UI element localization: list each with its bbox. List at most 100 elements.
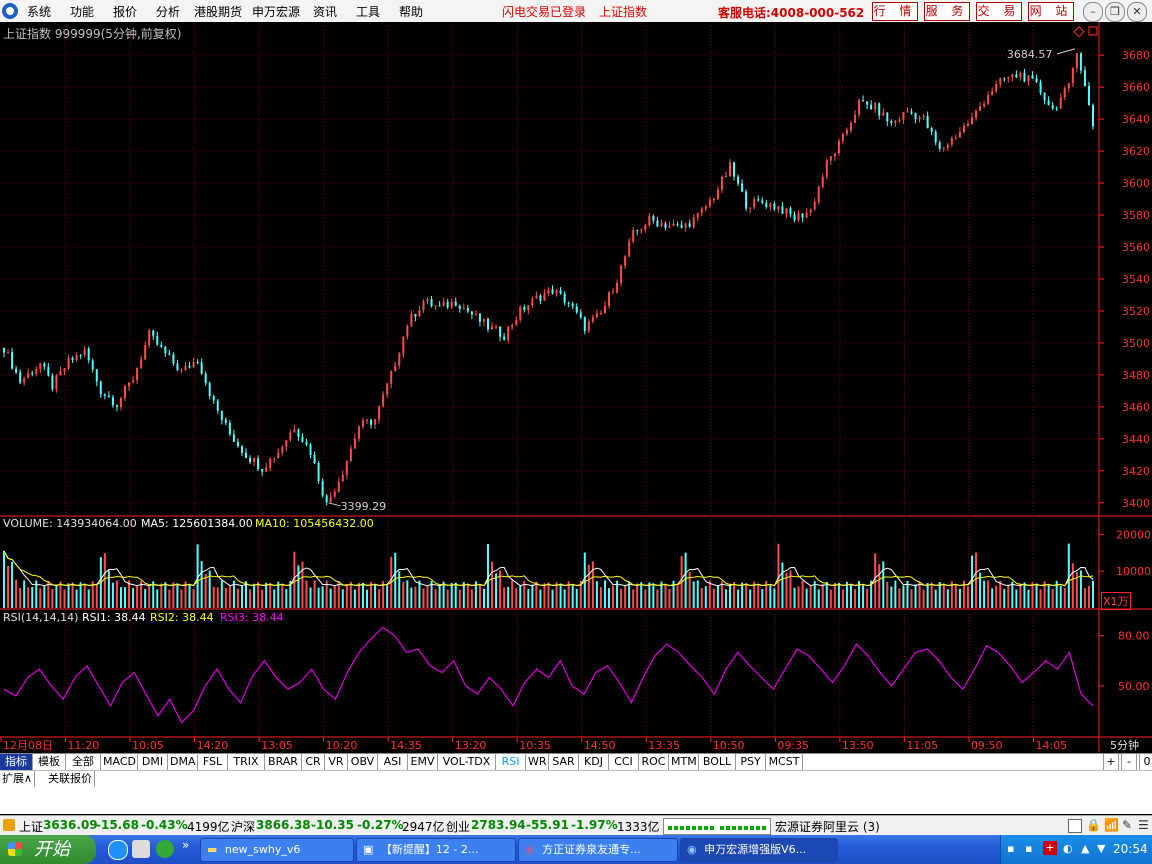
tray-shield-icon[interactable]: ▼ [1097, 842, 1105, 855]
candle-body [882, 112, 885, 116]
candle-body [809, 209, 812, 213]
zoom-in-button[interactable]: + [1103, 754, 1119, 770]
period-label: 5分钟 [1110, 739, 1139, 752]
tab-vol-tdx[interactable]: VOL-TDX [438, 754, 496, 770]
reset-zoom-button[interactable]: 0 [1139, 754, 1152, 770]
candle-body [1087, 86, 1090, 106]
sh-label: 上证 [19, 820, 44, 834]
price-tick-label: 3520 [1122, 305, 1150, 318]
restore-icon[interactable]: ❐ [1105, 2, 1125, 22]
task-swhy[interactable]: ◉ 申万宏源增强版V6... [680, 838, 838, 862]
candle-body [386, 383, 389, 395]
alert-icon[interactable] [3, 819, 15, 831]
menu-news[interactable]: 资讯 [313, 3, 337, 20]
close-icon[interactable]: ✕ [1127, 2, 1147, 22]
candle-body [1031, 75, 1034, 79]
candle-body [402, 336, 405, 354]
candle-body [59, 371, 62, 376]
tab-mcst[interactable]: MCST [766, 754, 803, 770]
tab-指标[interactable]: 指标 [0, 754, 33, 770]
indicator-tab-bar: 指标 模板 全部 MACD DMI DMA FSL TRIX BRAR CR VR OBV ASI EMV… [0, 753, 1152, 771]
tab-mtm[interactable]: MTM [669, 754, 699, 770]
tab-vr[interactable]: VR [325, 754, 348, 770]
tab-wr[interactable]: WR [526, 754, 549, 770]
menu-hk-futures[interactable]: 港股期货 [194, 3, 242, 20]
candle-body [325, 495, 328, 503]
quicklaunch-more-icon[interactable]: » [182, 838, 189, 852]
menu-function[interactable]: 功能 [70, 3, 94, 20]
candle-body [245, 452, 247, 459]
tab-cr[interactable]: CR [302, 754, 325, 770]
task-founder[interactable]: ◎ 方正证券泉友通专... [518, 838, 678, 862]
time-tick-label: 10:20 [326, 739, 358, 752]
chart-area[interactable]: 3400 3420 3440 3460 3480 3500 3520 3540 3560 3580… [0, 22, 1152, 752]
candle-body [571, 303, 574, 307]
menu-help[interactable]: 帮助 [399, 3, 423, 20]
tab-rsi[interactable]: RSI [496, 754, 526, 770]
tab-fsl[interactable]: FSL [198, 754, 228, 770]
candle-body [168, 353, 171, 355]
lock-icon[interactable]: 🔒 [1086, 818, 1101, 832]
window-icon[interactable] [1068, 819, 1082, 833]
tray-red-cross-icon[interactable]: + [1043, 841, 1057, 855]
candle-body [15, 368, 18, 373]
menu-system[interactable]: 系统 [27, 3, 51, 20]
candle-body [591, 317, 594, 322]
windows-logo-icon [8, 842, 22, 856]
ma5-line [3, 550, 1094, 587]
tab-psy[interactable]: PSY [736, 754, 766, 770]
service-button[interactable]: 服 务 [924, 2, 970, 21]
tab-sar[interactable]: SAR [549, 754, 579, 770]
price-tick-label: 3440 [1122, 433, 1150, 446]
tab-kdj[interactable]: KDJ [579, 754, 609, 770]
browser-icon[interactable] [132, 840, 150, 858]
price-tick-label: 3660 [1122, 81, 1150, 94]
tab-brar[interactable]: BRAR [265, 754, 302, 770]
tab-macd[interactable]: MACD [101, 754, 138, 770]
tab-boll[interactable]: BOLL [699, 754, 736, 770]
ie-icon[interactable] [108, 840, 128, 860]
tab-cci[interactable]: CCI [609, 754, 639, 770]
minimize-icon[interactable]: – [1083, 2, 1103, 22]
candle-body [620, 265, 623, 284]
tab-模板[interactable]: 模板 [33, 754, 66, 770]
menu-quote[interactable]: 报价 [113, 3, 137, 20]
menu-swhy[interactable]: 申万宏源 [252, 3, 300, 20]
tab-emv[interactable]: EMV [408, 754, 438, 770]
app-quick-icon[interactable] [156, 840, 174, 858]
task-folder[interactable]: ▬ new_swhy_v6 [200, 838, 354, 862]
clock[interactable]: 20:54 [1113, 842, 1148, 856]
candle-body [374, 419, 377, 425]
tab-related-quotes[interactable]: 关联报价 [46, 771, 95, 787]
trade-button[interactable]: 交 易 [976, 2, 1022, 21]
market-button[interactable]: 行 情 [872, 2, 918, 21]
signal-icon[interactable]: 📶 [1104, 818, 1119, 832]
zoom-out-button[interactable]: - [1121, 754, 1137, 770]
menu-tools[interactable]: 工具 [356, 3, 380, 20]
tab-roc[interactable]: ROC [639, 754, 669, 770]
tab-extend[interactable]: 扩展∧ [0, 771, 36, 787]
tab-obv[interactable]: OBV [348, 754, 378, 770]
frame-layer [0, 22, 1152, 752]
tab-dma[interactable]: DMA [168, 754, 198, 770]
menu-analysis[interactable]: 分析 [156, 3, 180, 20]
settings-icon[interactable]: ✎ [1122, 818, 1132, 832]
tray-icon-4[interactable]: ▲ [1081, 842, 1089, 855]
menu-icon[interactable]: ☰ [1138, 818, 1149, 832]
price-tick-label: 3680 [1122, 49, 1150, 62]
task-reminder[interactable]: ▣ 【新提醒】12 - 2... [356, 838, 516, 862]
tab-trix[interactable]: TRIX [228, 754, 265, 770]
chart-canvas[interactable]: 3400 3420 3440 3460 3480 3500 3520 3540 3560 3580… [0, 22, 1152, 752]
candle-body [870, 104, 873, 110]
tray-icon-2[interactable]: ▪ [1025, 842, 1032, 855]
website-button[interactable]: 网 站 [1028, 2, 1074, 21]
tab-dmi[interactable]: DMI [138, 754, 168, 770]
tray-icon-3[interactable]: ◐ [1063, 842, 1073, 855]
tab-asi[interactable]: ASI [378, 754, 408, 770]
candle-body [692, 217, 695, 227]
candle-body [172, 354, 175, 364]
tray-icon-1[interactable]: ▪ [1007, 842, 1014, 855]
tab-全部[interactable]: 全部 [66, 754, 101, 770]
start-button[interactable]: 开始 [0, 835, 96, 864]
candle-body [858, 100, 861, 115]
